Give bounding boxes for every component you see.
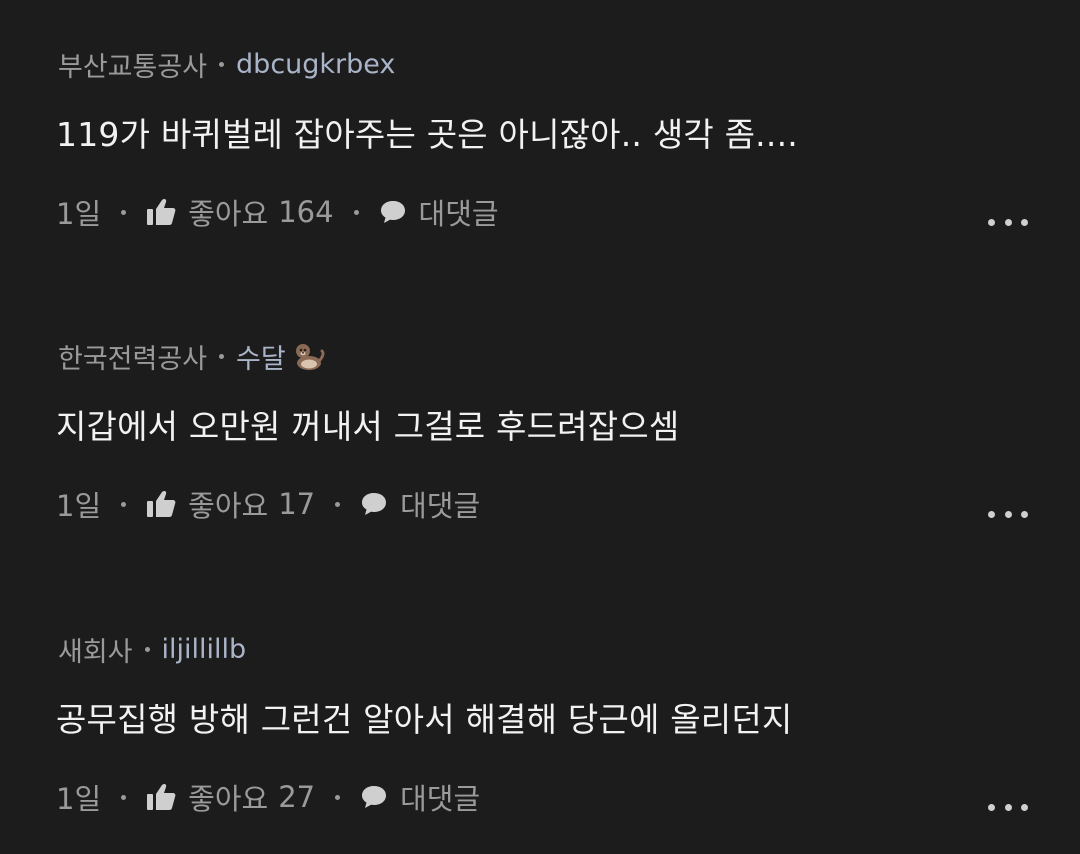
more-dot (1004, 803, 1012, 811)
more-dot (988, 803, 995, 811)
separator-dot (219, 353, 225, 359)
separator-dot (121, 794, 127, 800)
comment-time: 1일 (56, 197, 102, 231)
reply-button[interactable]: 대댓글 (360, 776, 480, 818)
like-count: 27 (278, 780, 316, 814)
more-dot (1021, 218, 1028, 226)
reply-label: 대댓글 (400, 782, 481, 816)
thumbs-up-icon (146, 490, 176, 518)
comment-text: 공무집행 방해 그런건 알아서 해결해 당근에 올리던지 (56, 700, 793, 739)
more-dot (1004, 218, 1012, 226)
more-dot (988, 510, 995, 518)
more-options-button[interactable] (988, 504, 1028, 524)
more-options-button[interactable] (988, 797, 1028, 817)
comment-actions: 1일 좋아요 164 대댓글 (56, 188, 499, 236)
otter-icon (292, 339, 326, 373)
comment-author-line: 새회사 iljillillb (58, 625, 246, 673)
like-button[interactable]: 좋아요 164 (146, 191, 334, 233)
speech-bubble-icon (360, 784, 388, 810)
comment-author-line: 부산교통공사 dbcugkrbex (58, 40, 395, 88)
like-button[interactable]: 좋아요 27 (146, 776, 315, 818)
more-dot (988, 218, 995, 226)
thumbs-up-icon (146, 198, 176, 226)
like-count: 17 (278, 487, 316, 521)
separator-dot (121, 209, 127, 215)
separator-dot (353, 209, 359, 215)
like-label: 좋아요 (188, 197, 269, 231)
reply-button[interactable]: 대댓글 (360, 483, 480, 525)
separator-dot (335, 501, 341, 507)
author-nickname[interactable]: dbcugkrbex (236, 49, 395, 80)
separator-dot (219, 61, 225, 67)
more-options-button[interactable] (988, 212, 1028, 232)
thumbs-up-icon (146, 783, 176, 811)
comment-text: 119가 바퀴벌레 잡아주는 곳은 아니잖아.. 생각 좀.... (56, 115, 798, 154)
like-label: 좋아요 (188, 782, 269, 816)
author-company: 한국전력공사 (58, 343, 208, 375)
comment-time: 1일 (56, 782, 102, 816)
author-company: 새회사 (58, 636, 133, 668)
more-dot (1021, 803, 1028, 811)
separator-dot (144, 646, 150, 652)
reply-label: 대댓글 (418, 197, 499, 231)
reply-label: 대댓글 (400, 489, 481, 523)
author-nickname[interactable]: iljillillb (162, 634, 247, 665)
comment-actions: 1일 좋아요 27 대댓글 (56, 773, 480, 821)
speech-bubble-icon (379, 199, 407, 225)
like-count: 164 (278, 195, 334, 229)
comment-time: 1일 (56, 489, 102, 523)
separator-dot (335, 794, 341, 800)
like-label: 좋아요 (188, 489, 269, 523)
author-company: 부산교통공사 (58, 51, 208, 83)
like-button[interactable]: 좋아요 17 (146, 483, 315, 525)
comment-author-line: 한국전력공사 수달 (58, 332, 326, 380)
speech-bubble-icon (360, 491, 388, 517)
reply-button[interactable]: 대댓글 (379, 191, 499, 233)
more-dot (1004, 510, 1012, 518)
more-dot (1021, 510, 1028, 518)
separator-dot (121, 501, 127, 507)
author-nickname[interactable]: 수달 (236, 337, 286, 376)
comment-actions: 1일 좋아요 17 대댓글 (56, 480, 480, 528)
comment-text: 지갑에서 오만원 꺼내서 그걸로 후드려잡으셈 (56, 407, 680, 446)
